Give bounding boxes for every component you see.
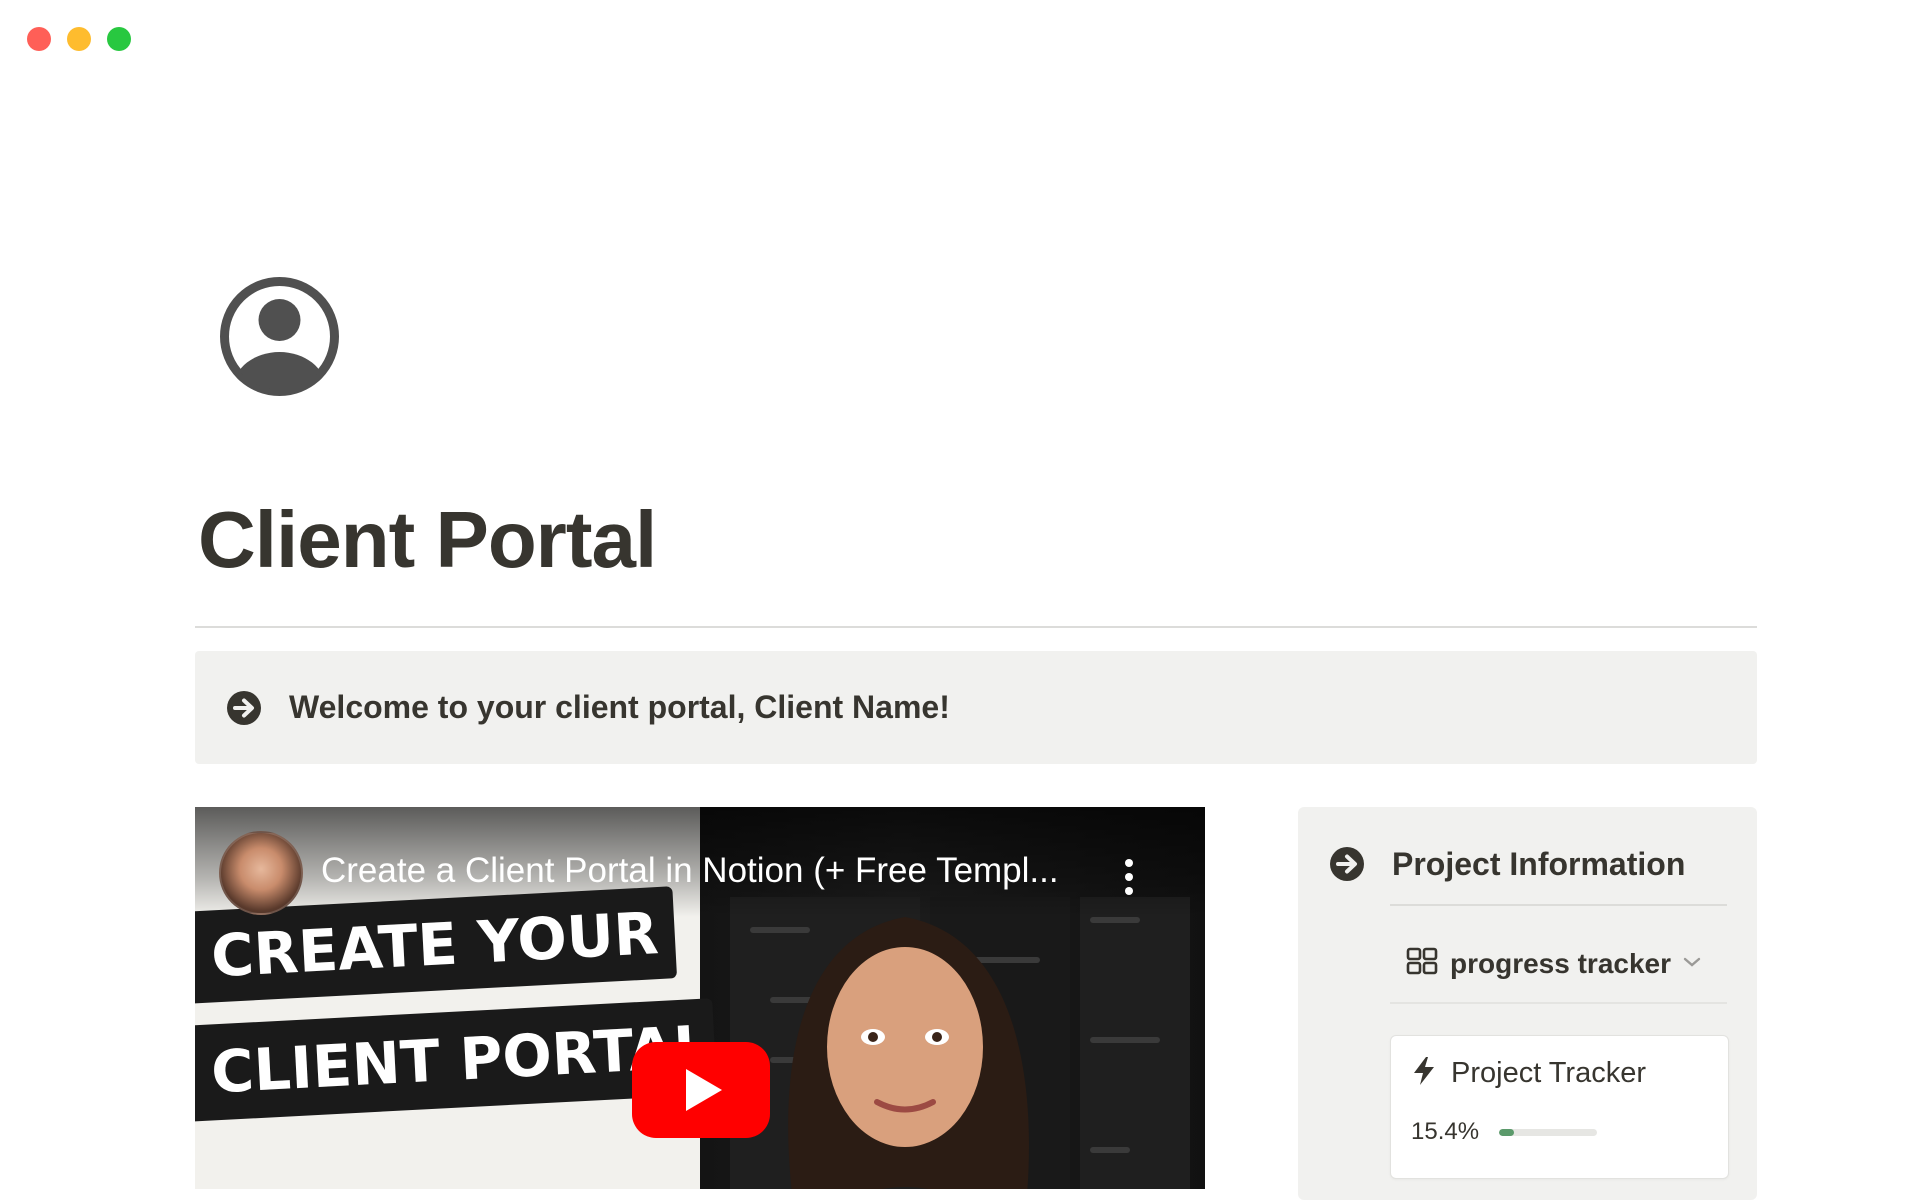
video-embed[interactable]: CREATE YOUR CLIENT PORTAL Create a Clien… — [195, 807, 1205, 1189]
project-information-callout[interactable]: Project Information progress tracker Pro… — [1298, 807, 1757, 1200]
lightning-icon — [1411, 1056, 1437, 1091]
divider — [195, 626, 1757, 628]
close-window-button[interactable] — [27, 27, 51, 51]
more-options-icon[interactable] — [1124, 859, 1134, 899]
video-title[interactable]: Create a Client Portal in Notion (+ Free… — [321, 851, 1081, 891]
gallery-grid-icon — [1406, 947, 1438, 980]
project-information-header: Project Information — [1328, 845, 1685, 883]
arrow-circle-right-icon — [225, 689, 263, 727]
welcome-callout[interactable]: Welcome to your client portal, Client Na… — [195, 651, 1757, 764]
gallery-card[interactable]: Project Tracker 15.4% — [1390, 1035, 1729, 1179]
progress-bar-fill — [1499, 1129, 1515, 1136]
database-view-selector[interactable]: progress tracker — [1406, 947, 1701, 980]
play-button[interactable] — [632, 1042, 770, 1138]
card-title-row: Project Tracker — [1411, 1056, 1646, 1091]
card-title: Project Tracker — [1451, 1057, 1646, 1089]
play-icon — [686, 1069, 722, 1111]
minimize-window-button[interactable] — [67, 27, 91, 51]
presenter-image — [788, 917, 1029, 1189]
view-name: progress tracker — [1450, 947, 1672, 979]
divider — [1390, 904, 1727, 906]
chevron-down-icon — [1683, 955, 1701, 973]
page-title[interactable]: Client Portal — [198, 500, 657, 580]
zoom-window-button[interactable] — [107, 27, 131, 51]
thumbnail-ui-column — [1080, 897, 1190, 1189]
progress-percent: 15.4% — [1411, 1118, 1480, 1145]
window-controls — [27, 27, 131, 51]
user-circle-icon[interactable] — [219, 276, 340, 397]
channel-avatar[interactable] — [219, 831, 303, 915]
arrow-circle-right-icon — [1328, 845, 1366, 883]
project-information-title: Project Information — [1392, 845, 1686, 882]
progress-bar — [1499, 1129, 1597, 1136]
divider — [1390, 1002, 1727, 1004]
callout-text: Welcome to your client portal, Client Na… — [289, 689, 950, 725]
